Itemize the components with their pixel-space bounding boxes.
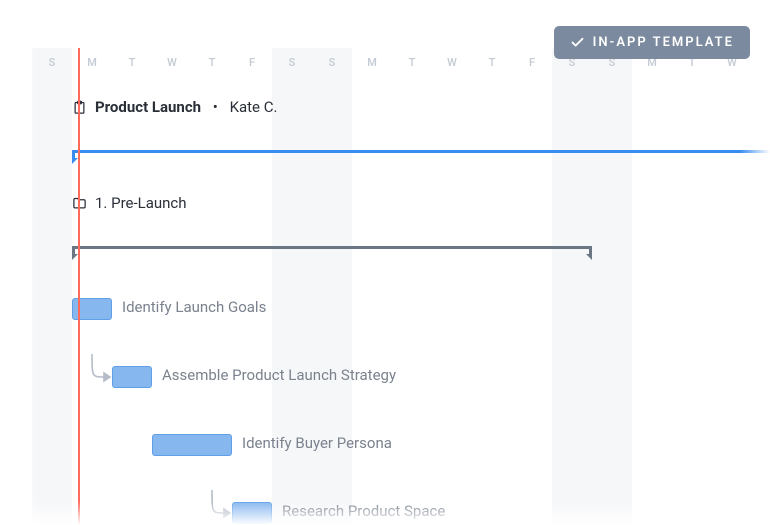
day-letter: T xyxy=(472,48,512,78)
day-letter: W xyxy=(432,48,472,78)
task-label: Assemble Product Launch Strategy xyxy=(162,366,396,384)
dependency-arrow xyxy=(32,360,33,361)
project-owner: Kate C. xyxy=(230,98,278,116)
group-title-row[interactable]: 1. Pre-Launch xyxy=(72,194,187,212)
task-label: Identify Launch Goals xyxy=(122,298,266,316)
day-letter: S xyxy=(272,48,312,78)
gantt-rows: Product Launch • Kate C. 1. Pre-Launch Id… xyxy=(32,98,770,488)
project-span-bracket[interactable] xyxy=(72,150,770,158)
day-letter: F xyxy=(512,48,552,78)
task-row: Identify Launch Goals xyxy=(32,292,770,326)
in-app-template-badge: IN-APP TEMPLATE xyxy=(554,26,750,59)
day-letter: S xyxy=(32,48,72,78)
badge-label: IN-APP TEMPLATE xyxy=(593,35,734,50)
day-letter: T xyxy=(192,48,232,78)
day-letter: S xyxy=(312,48,352,78)
day-letter: F xyxy=(232,48,272,78)
title-separator: • xyxy=(209,98,222,116)
task-row: Assemble Product Launch Strategy xyxy=(32,360,770,394)
gantt-stage: SMTWTFSSMTWTFSSMTW Product Launch • Kate… xyxy=(32,48,770,525)
day-letter: T xyxy=(112,48,152,78)
group-span-bracket[interactable] xyxy=(72,246,592,254)
group-title: 1. Pre-Launch xyxy=(95,194,187,212)
today-marker xyxy=(78,48,80,525)
project-title: Product Launch xyxy=(95,98,201,116)
check-icon xyxy=(570,35,585,50)
dependency-arrow xyxy=(32,496,33,497)
task-label: Identify Buyer Persona xyxy=(242,434,392,452)
project-title-row[interactable]: Product Launch • Kate C. xyxy=(72,98,277,116)
task-row: Research Product Space xyxy=(32,496,770,525)
day-letter: T xyxy=(392,48,432,78)
task-bar[interactable] xyxy=(232,502,272,524)
task-row: Identify Buyer Persona xyxy=(32,428,770,462)
day-letter: M xyxy=(352,48,392,78)
task-bar[interactable] xyxy=(152,434,232,456)
day-letter: W xyxy=(152,48,192,78)
task-label: Research Product Space xyxy=(282,502,445,520)
task-bar[interactable] xyxy=(112,366,152,388)
